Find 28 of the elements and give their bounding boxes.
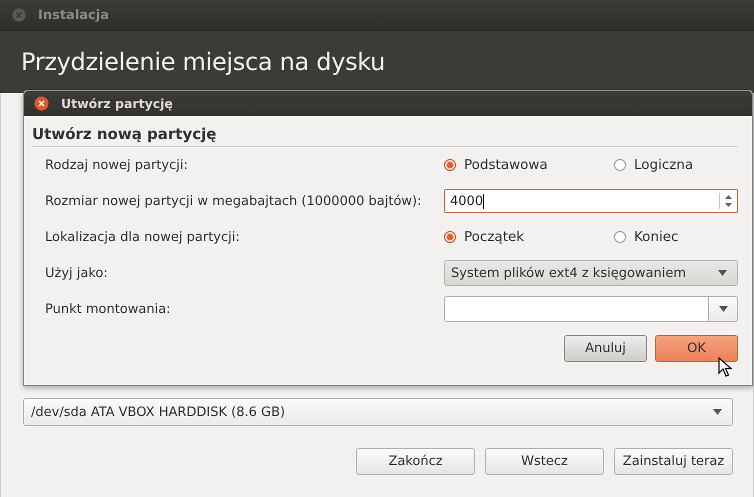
field-label: Punkt montowania: — [45, 302, 172, 316]
device-dropdown[interactable]: /dev/sda ATA VBOX HARDDISK (8.6 GB) — [23, 398, 733, 426]
dropdown-arrow-icon — [718, 270, 727, 276]
page-heading: Przydzielenie miejsca na dysku — [21, 48, 386, 76]
dialog-heading: Utwórz nową partycję — [32, 125, 218, 143]
mouse-pointer-icon — [718, 357, 732, 377]
window-title: Instalacja — [38, 8, 109, 22]
dialog-button[interactable]: OK — [655, 335, 738, 362]
wizard-button[interactable]: Wstecz — [485, 448, 604, 475]
size-spin-field[interactable]: 4000 — [444, 189, 738, 213]
field-label: Rodzaj nowej partycji: — [45, 158, 189, 172]
field-label: Lokalizacja dla nowej partycji: — [45, 230, 241, 244]
radio-option[interactable]: Koniec — [614, 229, 678, 245]
close-icon[interactable] — [34, 96, 49, 111]
wizard-button[interactable]: Zakończ — [356, 448, 475, 475]
field-label: Użyj jako: — [45, 266, 109, 280]
filesystem-dropdown[interactable]: System plików ext4 z księgowaniem — [444, 260, 738, 286]
radio-option[interactable]: Podstawowa — [444, 157, 548, 173]
dialog-button[interactable]: Anuluj — [564, 335, 647, 362]
radio-option[interactable]: Logiczna — [614, 157, 694, 173]
dropdown-arrow-icon — [713, 409, 722, 415]
wizard-button[interactable]: Zainstaluj teraz — [614, 448, 733, 475]
field-label: Rozmiar nowej partycji w megabajtach (1000000 bajtów): — [45, 194, 422, 208]
dialog-title: Utwórz partycję — [61, 96, 173, 111]
mount-point-field[interactable] — [444, 296, 709, 322]
radio-option[interactable]: Początek — [444, 229, 524, 245]
dropdown-arrow-icon — [718, 306, 728, 312]
dropdown-button[interactable] — [709, 296, 738, 322]
